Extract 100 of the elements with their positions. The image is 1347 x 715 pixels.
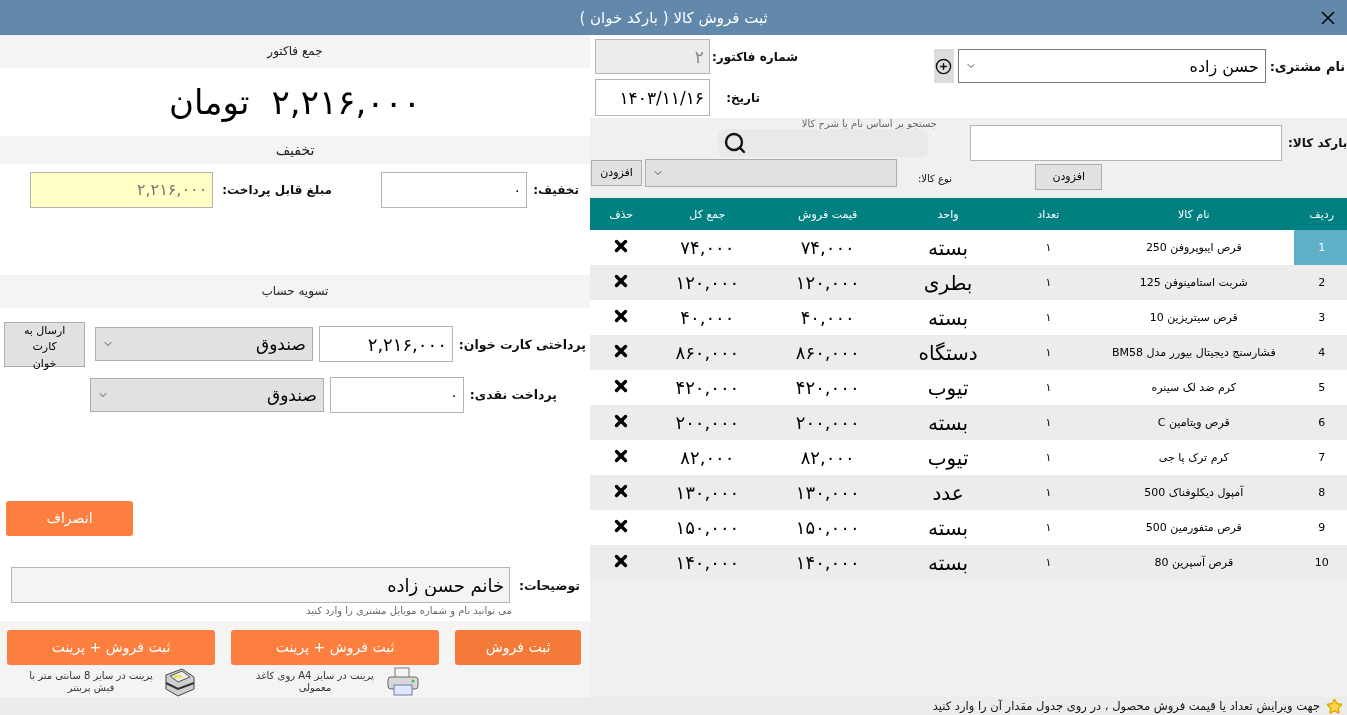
barcode-field[interactable] (970, 125, 1282, 161)
section-header: جمع فاکتور (0, 35, 590, 68)
column-header: حذف (590, 198, 653, 230)
table-cell: دستگاه (892, 335, 1004, 370)
field-label: نوع کالا: (917, 171, 953, 184)
customer-dropdown[interactable]: حسن زاده (957, 49, 1266, 83)
status-text: جهت ویرایش تعداد یا قیمت فروش محصول ، در روی جدول مقدار آن را وارد کنید (932, 699, 1320, 713)
print-caption: پرینت در سایز 8 سانتی متر با فیش پرینتر (28, 670, 154, 694)
table-cell: بسته (892, 300, 1004, 335)
table-cell: ۱۲۰,۰۰۰ (762, 265, 893, 300)
table-cell: عدد (892, 475, 1004, 510)
table-cell: ۱ (1003, 335, 1094, 370)
window-title: ثبت فروش کالا ( بارکد خوان ) (579, 8, 768, 27)
table-cell: بسته (892, 230, 1004, 265)
table-cell: بسته (892, 545, 1004, 580)
table-cell: ۸۲,۰۰۰ (762, 440, 893, 475)
table-cell: بطری (892, 265, 1004, 300)
table-cell: ۸۶۰,۰۰۰ (762, 335, 893, 370)
date-field[interactable]: ۱۴۰۳/۱۱/۱۶ (595, 79, 710, 116)
table-cell: قرص آسپرین 80 (1093, 545, 1295, 580)
section-header: تخفیف (0, 136, 590, 164)
table-cell: ۴۰,۰۰۰ (652, 300, 763, 335)
table-cell: ۱ (1003, 510, 1094, 545)
table-cell: ۱ (1003, 230, 1094, 265)
search-field[interactable] (718, 129, 928, 157)
notes-field[interactable]: خانم حسن زاده (11, 567, 511, 604)
star-icon (1326, 697, 1343, 715)
add-icon (935, 57, 953, 75)
table-cell: ۷۴,۰۰۰ (762, 230, 893, 265)
table-cell: ۱ (1003, 300, 1094, 335)
table-cell: ۱۲۰,۰۰۰ (652, 265, 763, 300)
account-dropdown[interactable]: صندوق (95, 327, 313, 362)
table-cell: ۸۲,۰۰۰ (652, 440, 763, 475)
column-header: قیمت فروش (762, 198, 893, 230)
field-label: پرداخت نقدی: (469, 387, 557, 403)
table-cell: آمپول دیکلوفناک 500 (1093, 475, 1295, 510)
table-cell: ۱۳۰,۰۰۰ (652, 475, 763, 510)
field-label: نام مشتری: (1269, 58, 1346, 74)
row-number-cell[interactable]: 2 (1294, 265, 1347, 300)
section-header: تسویه حساب (0, 274, 590, 308)
table-cell: ۴۲۰,۰۰۰ (762, 370, 893, 405)
table-cell: ۱۴۰,۰۰۰ (762, 545, 893, 580)
row-number-cell[interactable]: 5 (1294, 370, 1347, 405)
cash-payment-field[interactable]: ۰ (329, 376, 464, 413)
field-label: پرداختی کارت خوان: (458, 336, 586, 352)
table-cell: ۴۲۰,۰۰۰ (652, 370, 763, 405)
row-number-cell[interactable]: 6 (1294, 405, 1347, 440)
table-cell: قرص سیتریزین 10 (1093, 300, 1295, 335)
add-button[interactable]: افزودن (591, 160, 642, 186)
row-number-cell[interactable]: 9 (1294, 510, 1347, 545)
table-cell: تیوب (892, 370, 1004, 405)
table-cell: ۱ (1003, 440, 1094, 475)
currency-label: تومان (169, 81, 250, 122)
search-icon (723, 131, 747, 155)
account-dropdown[interactable]: صندوق (89, 377, 324, 412)
table-cell: شربت استامینوفن 125 (1093, 265, 1295, 300)
row-number-cell[interactable]: 8 (1294, 475, 1347, 510)
field-label: تاریخ: (725, 90, 761, 105)
table-cell: ۸۶۰,۰۰۰ (652, 335, 763, 370)
table-cell: ۱ (1003, 545, 1094, 580)
invoice-total: ۲,۲۱۶,۰۰۰ (271, 81, 421, 122)
field-label: توضیحات: (518, 577, 580, 593)
table-cell: بسته (892, 405, 1004, 440)
table-cell: کرم ضد لک سینره (1093, 370, 1295, 405)
add-customer-button[interactable] (933, 49, 954, 83)
table-cell: ۱ (1003, 405, 1094, 440)
discount-field[interactable]: ۰ (381, 171, 527, 208)
table-cell: کرم ترک پا جی (1093, 440, 1295, 475)
print-caption: پرینت در سایز A4 روی کاغذ معمولی (255, 670, 375, 694)
table-cell: ۱۳۰,۰۰۰ (762, 475, 893, 510)
row-number-cell[interactable]: 7 (1294, 440, 1347, 475)
column-header: تعداد (1003, 198, 1094, 230)
table-cell: فشارسنج دیجیتال بیورر مدل BM58 (1093, 335, 1295, 370)
notes-hint: می توانید نام و شماره موبایل مشتری را وارد کنید (305, 605, 512, 617)
table-cell: ۱ (1003, 265, 1094, 300)
table-cell: ۴۰,۰۰۰ (762, 300, 893, 335)
row-number-cell[interactable]: 4 (1294, 335, 1347, 370)
row-number-cell[interactable]: 10 (1294, 545, 1347, 580)
table-cell: ۱۴۰,۰۰۰ (652, 545, 763, 580)
payable-field[interactable]: ۲,۲۱۶,۰۰۰ (30, 171, 214, 208)
table-cell: ۱ (1003, 475, 1094, 510)
card-payment-field[interactable]: ۲,۲۱۶,۰۰۰ (318, 326, 453, 363)
column-header: نام کالا (1093, 198, 1295, 230)
row-number-cell[interactable]: 3 (1294, 300, 1347, 335)
column-header: جمع کل (652, 198, 763, 230)
table-cell: بسته (892, 510, 1004, 545)
field-label: بارکد کالا: (1288, 136, 1347, 150)
column-header: ردیف (1294, 198, 1347, 230)
table-cell: ۷۴,۰۰۰ (652, 230, 763, 265)
column-header: واحد (892, 198, 1004, 230)
table-cell: تیوب (892, 440, 1004, 475)
field-label: مبلغ قابل پرداخت: (222, 182, 332, 197)
table-cell: ۲۰۰,۰۰۰ (762, 405, 893, 440)
table-cell: ۱ (1003, 370, 1094, 405)
table-cell: قرص ایبوپروفن 250 (1093, 230, 1295, 265)
table-cell: ۲۰۰,۰۰۰ (652, 405, 763, 440)
table-cell: ۱۵۰,۰۰۰ (762, 510, 893, 545)
table-cell: قرص متفورمین 500 (1093, 510, 1295, 545)
add-button[interactable]: افزودن (1035, 164, 1103, 190)
table-cell: ۱۵۰,۰۰۰ (652, 510, 763, 545)
